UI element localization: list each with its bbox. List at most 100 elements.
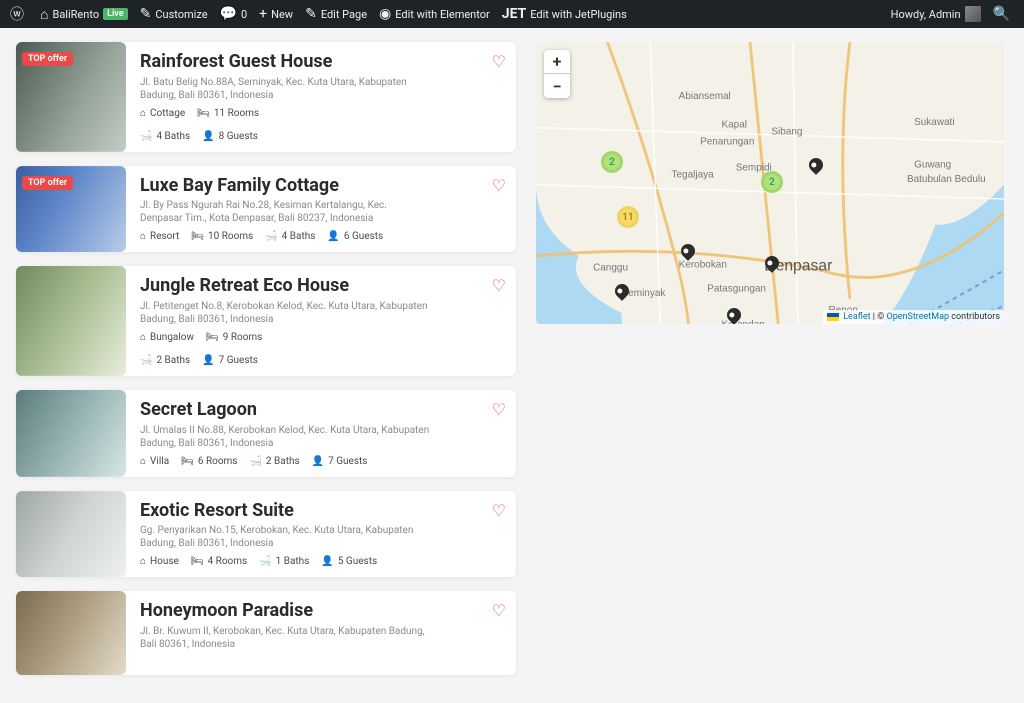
live-badge: Live: [103, 8, 128, 20]
map-cluster[interactable]: 2: [601, 151, 623, 173]
favorite-button[interactable]: ♡: [492, 501, 506, 520]
svg-text:Sukawati: Sukawati: [914, 117, 954, 128]
elementor-icon: ◉: [379, 6, 391, 22]
home-icon: ⌂: [40, 6, 48, 23]
osm-link[interactable]: OpenStreetMap: [887, 312, 950, 322]
listing-address: Jl. Batu Belig No.88A, Seminyak, Kec. Ku…: [140, 76, 430, 102]
favorite-button[interactable]: ♡: [492, 176, 506, 195]
svg-text:Tegaljaya: Tegaljaya: [672, 170, 715, 181]
edit-jetplugins-link[interactable]: JETEdit with JetPlugins: [496, 0, 633, 28]
jet-icon: JET: [502, 6, 527, 22]
map-attribution: Leaflet | © OpenStreetMap contributors: [823, 310, 1004, 324]
listing-title[interactable]: Honeymoon Paradise: [140, 601, 502, 622]
zoom-out-button[interactable]: −: [544, 74, 570, 98]
new-content-link[interactable]: +New: [253, 0, 299, 28]
comments-link[interactable]: 💬0: [214, 0, 254, 28]
meta-home: ⌂Bungalow: [140, 332, 194, 343]
listing-title[interactable]: Jungle Retreat Eco House: [140, 276, 502, 297]
listing-body: Exotic Resort SuiteGg. Penyarikan No.15,…: [126, 491, 516, 578]
listing-card[interactable]: Exotic Resort SuiteGg. Penyarikan No.15,…: [16, 491, 516, 578]
listing-address: Jl. Br. Kuwum II, Kerobokan, Kec. Kuta U…: [140, 625, 430, 651]
listing-meta: ⌂Cottage🛏11 Rooms🛁4 Baths👤8 Guests: [140, 108, 502, 142]
guest-icon: 👤: [202, 355, 214, 366]
map[interactable]: AbiansemalKapalSibangSukawatiGuwangBatub…: [536, 42, 1004, 324]
meta-bath: 🛁4 Baths: [265, 231, 315, 242]
listing-thumb: TOP offer: [16, 42, 126, 152]
listing-address: Jl. Umalas II No.88, Kerobokan Kelod, Ke…: [140, 424, 430, 450]
meta-bath: 🛁1 Baths: [259, 556, 309, 567]
home-icon: ⌂: [140, 556, 146, 567]
comment-icon: 💬: [220, 6, 237, 22]
listing-title[interactable]: Exotic Resort Suite: [140, 501, 502, 522]
wp-admin-bar: ⓦ ⌂ BaliRento Live ✎Customize 💬0 +New ✎Edi…: [0, 0, 1024, 28]
site-name-label: BaliRento: [52, 8, 99, 21]
svg-text:Kerandan: Kerandan: [721, 319, 764, 324]
favorite-button[interactable]: ♡: [492, 52, 506, 71]
edit-elementor-link[interactable]: ◉Edit with Elementor: [373, 0, 496, 28]
listing-title[interactable]: Luxe Bay Family Cottage: [140, 176, 502, 197]
bath-icon: 🛁: [249, 456, 261, 467]
guest-icon: 👤: [312, 456, 324, 467]
brush-icon: ✎: [140, 6, 152, 22]
listing-thumb: [16, 491, 126, 578]
bath-icon: 🛁: [140, 131, 152, 142]
meta-home: ⌂Resort: [140, 231, 179, 242]
home-icon: ⌂: [140, 456, 146, 467]
meta-bed: 🛏11 Rooms: [197, 108, 259, 119]
listing-address: Jl. Petitenget No.8, Kerobokan Kelod, Ke…: [140, 300, 430, 326]
svg-text:Kapal: Kapal: [721, 120, 747, 131]
top-offer-badge: TOP offer: [22, 176, 73, 190]
listing-address: Gg. Penyarikan No.15, Kerobokan, Kec. Ku…: [140, 524, 430, 550]
listing-meta: ⌂Resort🛏10 Rooms🛁4 Baths👤6 Guests: [140, 231, 502, 242]
favorite-button[interactable]: ♡: [492, 400, 506, 419]
search-toggle[interactable]: 🔍: [987, 0, 1020, 28]
bed-icon: 🛏: [197, 108, 210, 119]
favorite-button[interactable]: ♡: [492, 276, 506, 295]
home-icon: ⌂: [140, 231, 146, 242]
avatar: [965, 6, 981, 22]
svg-text:Canggu: Canggu: [593, 262, 628, 273]
meta-guest: 👤6 Guests: [327, 231, 383, 242]
listings-column: TOP offer Rainforest Guest House Jl. Batu …: [16, 42, 516, 689]
meta-bed: 🛏6 Rooms: [181, 456, 237, 467]
svg-text:Batubulan Bedulu: Batubulan Bedulu: [907, 174, 986, 185]
plus-icon: +: [259, 6, 267, 22]
wordpress-icon: ⓦ: [10, 4, 24, 24]
map-cluster[interactable]: 2: [761, 171, 783, 193]
svg-text:Abiansemal: Abiansemal: [679, 91, 731, 102]
wp-logo[interactable]: ⓦ: [4, 0, 34, 28]
meta-guest: 👤7 Guests: [202, 355, 258, 366]
map-cluster[interactable]: 11: [617, 206, 639, 228]
listing-title[interactable]: Rainforest Guest House: [140, 52, 502, 73]
svg-text:Kerobokan: Kerobokan: [679, 259, 727, 270]
meta-guest: 👤7 Guests: [312, 456, 368, 467]
bed-icon: 🛏: [206, 332, 219, 343]
listing-card[interactable]: TOP offer Rainforest Guest House Jl. Batu …: [16, 42, 516, 152]
favorite-button[interactable]: ♡: [492, 601, 506, 620]
bath-icon: 🛁: [265, 231, 277, 242]
listing-card[interactable]: Jungle Retreat Eco House Jl. Petitenget N…: [16, 266, 516, 376]
listing-body: Luxe Bay Family CottageJl. By Pass Ngura…: [126, 166, 516, 253]
zoom-in-button[interactable]: +: [544, 50, 570, 74]
svg-text:Guwang: Guwang: [914, 160, 951, 171]
site-name[interactable]: ⌂ BaliRento Live: [34, 0, 134, 28]
listing-card[interactable]: Honeymoon Paradise Jl. Br. Kuwum II, Kero…: [16, 591, 516, 675]
zoom-control: + −: [544, 50, 570, 98]
listing-thumb: [16, 390, 126, 477]
listing-title[interactable]: Secret Lagoon: [140, 400, 502, 421]
listing-card[interactable]: TOP offer Luxe Bay Family CottageJl. By P…: [16, 166, 516, 253]
edit-page-link[interactable]: ✎Edit Page: [299, 0, 373, 28]
svg-text:Penarungan: Penarungan: [700, 137, 754, 148]
meta-home: ⌂House: [140, 556, 179, 567]
listing-address: Jl. By Pass Ngurah Rai No.28, Kesiman Ke…: [140, 199, 430, 225]
my-account-link[interactable]: Howdy, Admin: [885, 0, 987, 28]
listing-card[interactable]: Secret Lagoon Jl. Umalas II No.88, Kerobo…: [16, 390, 516, 477]
guest-icon: 👤: [321, 556, 333, 567]
svg-text:Patasgungan: Patasgungan: [707, 284, 766, 295]
meta-bed: 🛏4 Rooms: [191, 556, 247, 567]
customize-link[interactable]: ✎Customize: [134, 0, 214, 28]
leaflet-link[interactable]: Leaflet: [843, 312, 870, 322]
listing-thumb: TOP offer: [16, 166, 126, 253]
listing-thumb: [16, 591, 126, 675]
page-content: TOP offer Rainforest Guest House Jl. Batu …: [0, 0, 1024, 703]
